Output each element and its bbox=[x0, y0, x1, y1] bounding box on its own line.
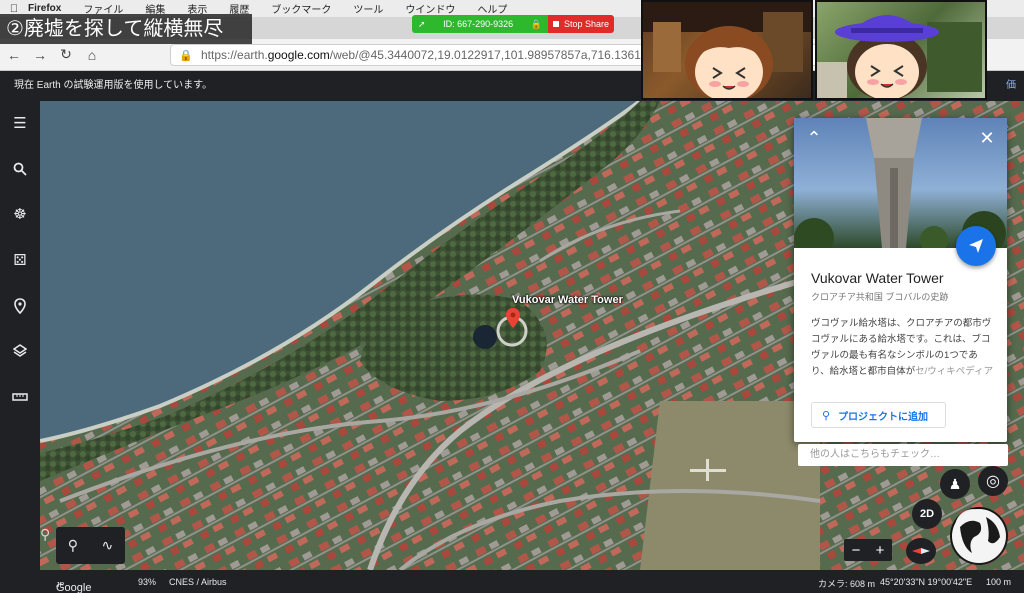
overlay-caption: ②廃墟を探して縦横無尽 bbox=[0, 14, 252, 44]
street-view-pegman-icon[interactable]: ♟ bbox=[940, 469, 970, 499]
webcam-feed-2 bbox=[815, 0, 987, 100]
status-attribution[interactable]: CNES / Airbus bbox=[169, 577, 227, 587]
avatar-2 bbox=[817, 15, 982, 98]
card-title: Vukovar Water Tower bbox=[811, 270, 944, 286]
card-subtitle: クロアチア共和国 ブコバルの史跡 bbox=[811, 292, 949, 302]
layers-icon[interactable] bbox=[0, 335, 40, 367]
url-domain: google.com bbox=[267, 48, 330, 62]
add-to-project-button[interactable]: ⚲ プロジェクトに追加 bbox=[811, 402, 946, 428]
share-send-button[interactable] bbox=[956, 226, 996, 266]
menu-window[interactable]: ウインドウ bbox=[405, 1, 455, 16]
close-card-icon[interactable]: ✕ bbox=[975, 126, 999, 150]
url-prefix: https://earth. bbox=[201, 48, 268, 62]
menu-icon[interactable]: ☰ bbox=[0, 107, 40, 139]
add-placemark-icon[interactable]: ⚲ bbox=[68, 537, 78, 554]
status-bar: Google JP 93% CNES / Airbus カメラ: 608 m 4… bbox=[0, 570, 1024, 593]
zoom-control: − + bbox=[844, 539, 892, 561]
stop-square-icon bbox=[553, 21, 559, 27]
zoom-in-button[interactable]: + bbox=[876, 542, 885, 559]
share-id-label: ID: 667-290-9326 bbox=[443, 19, 514, 29]
status-camera: カメラ: 608 m bbox=[818, 579, 876, 589]
toggle-2d-button[interactable]: 2D bbox=[912, 499, 942, 529]
map-place-label[interactable]: Vukovar Water Tower bbox=[512, 294, 623, 306]
screen-share-bar: ➚ ID: 667-290-9326 🔒 Stop Share bbox=[412, 15, 614, 33]
menu-help[interactable]: ヘルプ bbox=[477, 1, 507, 16]
banner-text: 現在 Earth の試験運用版を使用しています。 bbox=[14, 80, 213, 91]
stop-share-button[interactable]: Stop Share bbox=[548, 15, 614, 33]
voyager-icon[interactable]: ☸ bbox=[0, 198, 40, 230]
forward-arrow-icon[interactable]: → bbox=[28, 43, 52, 67]
left-nav-rail: ☰ ☸ ⚄ bbox=[0, 101, 40, 570]
card-description: ヴコヴァル給水塔は、クロアチアの都市ヴコヴァルにある給水塔です。これは、ブコヴァ… bbox=[811, 316, 995, 380]
my-location-icon[interactable]: ◎ bbox=[978, 466, 1008, 496]
knowledge-card: ⌃ ✕ Vukovar Water Tower クロアチア共和国 ブコバルの史跡… bbox=[794, 118, 1007, 442]
card-description-source[interactable]: セ/ウィキペディア bbox=[915, 366, 993, 377]
compass-icon[interactable] bbox=[906, 538, 936, 564]
webcam-feed-1 bbox=[641, 0, 813, 100]
menu-app-name[interactable]: Firefox bbox=[28, 3, 61, 14]
dice-icon[interactable]: ⚄ bbox=[0, 244, 40, 276]
related-places-bar[interactable]: 他の人はこちらもチェック… bbox=[798, 444, 1008, 466]
globe-minimap-icon[interactable] bbox=[950, 507, 1008, 565]
add-to-project-label: プロジェクトに追加 bbox=[838, 411, 929, 423]
pin-icon[interactable] bbox=[0, 290, 40, 322]
share-arrow-icon: ➚ bbox=[418, 18, 426, 29]
reload-icon[interactable]: ↻ bbox=[54, 43, 78, 67]
apple-icon[interactable]:  bbox=[0, 3, 28, 15]
search-icon[interactable] bbox=[0, 153, 40, 185]
screen:  Firefox ファイル 編集 表示 履歴 ブックマーク ツール ウインドウ… bbox=[0, 0, 1024, 593]
menu-bookmarks[interactable]: ブックマーク bbox=[271, 1, 331, 16]
zoom-out-button[interactable]: − bbox=[852, 542, 861, 559]
stop-share-label: Stop Share bbox=[564, 19, 610, 29]
status-scale: 100 m bbox=[986, 577, 1012, 587]
status-zoom: 93% bbox=[138, 577, 157, 587]
avatar-1 bbox=[643, 2, 811, 98]
location-marker-icon[interactable]: ⚲ bbox=[40, 526, 50, 543]
lock-icon: 🔒 bbox=[179, 49, 193, 62]
home-icon[interactable]: ⌂ bbox=[80, 43, 104, 67]
banner-right-link[interactable]: 価 bbox=[1006, 71, 1016, 101]
status-coordinates: 45°20'33"N 19°00'42"E bbox=[880, 577, 973, 587]
draw-tools-box: ⚲ ∿ bbox=[56, 527, 125, 564]
draw-path-icon[interactable]: ∿ bbox=[102, 537, 114, 554]
ruler-icon[interactable] bbox=[0, 381, 40, 413]
google-logo-suffix: JP bbox=[56, 582, 65, 589]
url-path: /web/@45.3440072,19.0122917,101.98957857… bbox=[329, 48, 691, 62]
send-icon bbox=[969, 239, 983, 253]
menu-tools[interactable]: ツール bbox=[353, 1, 383, 16]
map-pin-icon[interactable] bbox=[506, 308, 520, 328]
share-lock-icon: 🔒 bbox=[530, 18, 542, 29]
add-pin-icon: ⚲ bbox=[822, 409, 831, 422]
back-arrow-icon[interactable]: ← bbox=[2, 43, 26, 67]
share-id: ➚ ID: 667-290-9326 🔒 bbox=[412, 15, 548, 33]
collapse-card-icon[interactable]: ⌃ bbox=[802, 126, 826, 150]
